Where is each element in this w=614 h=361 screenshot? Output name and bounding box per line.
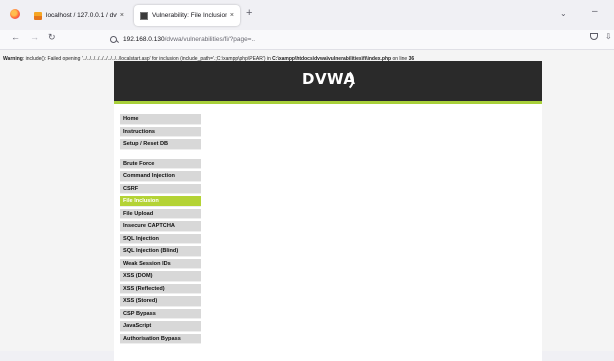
pocket-icon[interactable] (590, 33, 598, 40)
menu-item-file-inclusion[interactable]: File Inclusion (120, 196, 201, 207)
close-icon[interactable]: × (120, 12, 124, 19)
dvwa-header: DVWA (114, 61, 542, 104)
menu-item-setup-reset-db[interactable]: Setup / Reset DB (120, 139, 201, 150)
navigation-bar: ← → ↻ 192.168.0.130 /dvwa/vulnerabilitie… (0, 30, 614, 50)
warning-label: Warning (3, 56, 23, 62)
menu-item-sql-injection-blind[interactable]: SQL Injection (Blind) (120, 246, 201, 257)
menu-item-brute-force[interactable]: Brute Force (120, 158, 201, 169)
tab-strip: localhost / 127.0.0.1 / dvwa / t × Vulne… (0, 0, 614, 30)
side-menu: Home Instructions Setup / Reset DB Brute Fo… (120, 114, 201, 346)
phpmyadmin-favicon-icon (34, 11, 42, 20)
tab-phpmyadmin[interactable]: localhost / 127.0.0.1 / dvwa / t × (28, 5, 130, 26)
page-viewport: Warning: include(): Failed opening '../.… (0, 50, 614, 361)
menu-item-sql-injection[interactable]: SQL Injection (120, 233, 201, 244)
forward-arrow-icon[interactable]: → (30, 32, 39, 42)
extensions-icon[interactable]: ⇩ (605, 32, 612, 41)
url-host: 192.168.0.130 (123, 35, 165, 43)
back-arrow-icon[interactable]: ← (11, 32, 20, 42)
menu-item-xss-dom[interactable]: XSS (DOM) (120, 271, 201, 282)
minimize-icon[interactable]: – (592, 6, 598, 17)
menu-item-home[interactable]: Home (120, 114, 201, 125)
reload-icon[interactable]: ↻ (48, 32, 56, 43)
tab-title: localhost / 127.0.0.1 / dvwa / t (46, 12, 117, 19)
menu-item-instructions[interactable]: Instructions (120, 126, 201, 137)
menu-item-insecure-captcha[interactable]: Insecure CAPTCHA (120, 221, 201, 232)
menu-item-csrf[interactable]: CSRF (120, 183, 201, 194)
search-icon (110, 35, 117, 43)
menu-item-weak-session-ids[interactable]: Weak Session IDs (120, 258, 201, 269)
close-icon[interactable]: × (230, 12, 234, 19)
dvwa-container: DVWA Home Instructions Setup / Reset DB Bru… (114, 61, 542, 361)
new-tab-button[interactable]: + (246, 7, 252, 19)
menu-item-xss-reflected[interactable]: XSS (Reflected) (120, 283, 201, 294)
menu-item-file-upload[interactable]: File Upload (120, 208, 201, 219)
tab-title: Vulnerability: File Inclusion :: D (152, 12, 227, 19)
menu-item-javascript[interactable]: JavaScript (120, 321, 201, 332)
dvwa-favicon-icon (140, 11, 148, 20)
menu-item-xss-stored[interactable]: XSS (Stored) (120, 296, 201, 307)
tab-list-chevron-icon[interactable]: ⌄ (560, 9, 567, 18)
logo-swoosh-icon (328, 68, 354, 92)
url-path: /dvwa/vulnerabilities/fi/?page=.. (164, 35, 256, 43)
menu-item-csp-bypass[interactable]: CSP Bypass (120, 308, 201, 319)
menu-divider (120, 152, 201, 159)
tab-dvwa[interactable]: Vulnerability: File Inclusion :: D × (134, 5, 240, 26)
menu-item-authorisation-bypass[interactable]: Authorisation Bypass (120, 333, 201, 344)
menu-item-command-injection[interactable]: Command Injection (120, 171, 201, 182)
url-bar[interactable]: 192.168.0.130 /dvwa/vulnerabilities/fi/?… (110, 31, 570, 47)
firefox-icon[interactable] (10, 9, 20, 19)
